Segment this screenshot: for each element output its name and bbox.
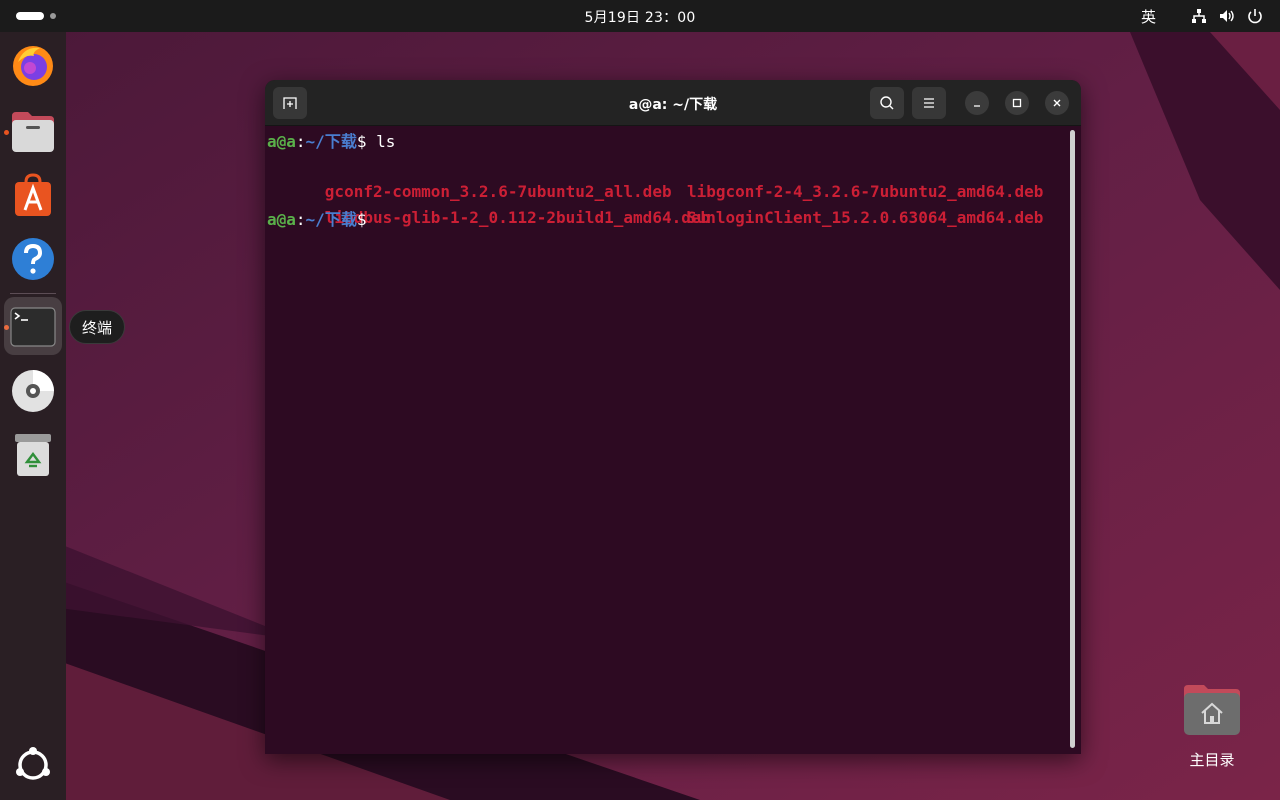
prompt-path: ~/下载 [305,210,357,229]
ubuntu-logo-icon [16,747,50,780]
window-title-text: a@a: ~/下载 [628,97,718,113]
terminal-header-bar[interactable]: a@a: ~/下载 [265,80,1081,126]
prompt-user: a@a [267,210,296,229]
show-apps-button[interactable] [4,736,62,794]
deb-file: libdbus-glib-1-2_0.112-2build1_amd64.deb [324,208,711,227]
power-icon [1248,9,1262,24]
input-method-indicator[interactable]: 英 [1141,6,1156,27]
dock-item-trash[interactable] [4,426,62,484]
minimize-icon [974,105,980,107]
disc-icon [12,370,54,412]
prompt-user: a@a [267,132,296,151]
clock: 5月19日 23：00 [0,7,1280,27]
prompt-symbol: $ [356,210,367,229]
clock-text[interactable]: 5月19日 23：00 [584,10,695,26]
prompt-line: a@a:~/下载$ ls [267,130,395,154]
search-button[interactable] [870,87,904,119]
firefox-icon [13,46,53,86]
dock-item-help[interactable] [4,230,62,288]
dock [0,32,66,800]
prompt-symbol: $ [356,132,377,151]
home-folder-label[interactable]: 主目录 [1172,749,1252,770]
terminal-icon [10,307,56,347]
system-tray[interactable] [1188,6,1272,26]
files-icon [12,112,54,152]
dock-item-firefox[interactable] [4,36,62,94]
dock-item-disc[interactable] [4,362,62,420]
dock-separator [10,293,56,294]
help-icon [12,238,54,280]
terminal-window[interactable]: a@a: ~/下载 a@a:~/下载$ ls gconf2-common_3.2… [265,80,1081,754]
dock-item-terminal[interactable] [4,297,62,355]
close-button[interactable] [1045,91,1069,115]
deb-file: SunloginClient_15.2.0.63064_amd64.deb [687,208,1044,227]
prompt-separator: : [295,210,306,229]
top-bar: 5月19日 23：00 英 [0,0,1280,32]
prompt-line: a@a:~/下载$ [267,208,366,232]
network-icon [1192,9,1206,23]
trash-icon [15,434,51,476]
app-center-icon [15,173,51,216]
window-title: a@a: ~/下载 [265,94,1081,114]
dock-item-files[interactable] [4,102,62,160]
minimize-button[interactable] [965,91,989,115]
volume-icon [1220,10,1234,22]
home-folder-icon[interactable] [1182,683,1242,737]
dock-item-app-center[interactable] [4,166,62,224]
menu-button[interactable] [912,87,946,119]
command-text: ls [376,132,396,151]
output-line: libdbus-glib-1-2_0.112-2build1_amd64.deb… [267,182,1067,227]
dock-tooltip: 终端 [69,310,126,344]
close-icon [1053,99,1061,107]
terminal-output[interactable]: a@a:~/下载$ ls gconf2-common_3.2.6-7ubuntu… [267,130,1067,750]
prompt-path: ~/下载 [305,132,357,151]
hamburger-menu-icon [924,98,934,108]
output-line: gconf2-common_3.2.6-7ubuntu2_all.deb libg… [267,156,1067,201]
maximize-icon [1012,98,1022,108]
prompt-separator: : [295,132,306,151]
scrollbar[interactable] [1070,130,1075,748]
maximize-button[interactable] [1005,91,1029,115]
search-icon [880,96,894,110]
